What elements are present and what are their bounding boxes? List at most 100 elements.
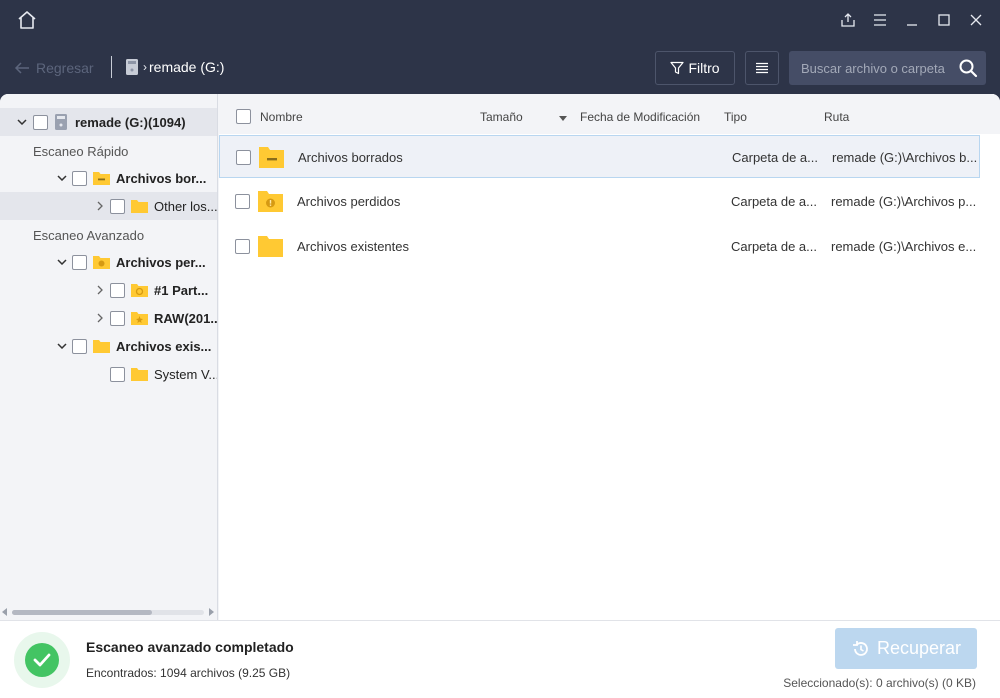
tree-item-existing[interactable]: Archivos exis...: [0, 332, 217, 360]
restore-icon: [852, 640, 868, 656]
close-icon[interactable]: [966, 10, 986, 30]
back-button[interactable]: Regresar: [14, 58, 94, 78]
list-icon: [756, 62, 768, 74]
tree-item-label: Archivos exis...: [116, 338, 212, 354]
filter-icon: [670, 61, 685, 75]
list-header: Nombre Tamaño Fecha de Modificación Tipo…: [219, 94, 1000, 134]
arrow-left-icon: [14, 62, 29, 74]
chevron-down-icon[interactable]: [56, 256, 68, 268]
column-header-size[interactable]: Tamaño: [480, 110, 523, 124]
scan-complete-badge: [14, 632, 70, 688]
row-name: Archivos existentes: [297, 239, 409, 254]
tree-checkbox[interactable]: [72, 170, 87, 186]
content-area: remade (G:)(1094) Escaneo Rápido Archivo…: [0, 94, 1000, 620]
folder-icon: [131, 368, 148, 381]
sort-down-icon[interactable]: [559, 116, 567, 121]
deleted-folder-icon: [259, 147, 284, 168]
tree-item-lost[interactable]: Archivos per...: [0, 248, 217, 276]
partition-folder-icon: [131, 284, 148, 297]
column-header-name[interactable]: Nombre: [260, 110, 303, 124]
tree-item-label: #1 Part...: [154, 282, 209, 298]
tree-checkbox[interactable]: [110, 366, 125, 382]
tree-item-label: remade (G:)(1094): [75, 114, 186, 130]
recover-button[interactable]: Recuperar: [835, 628, 977, 669]
breadcrumb-drive[interactable]: remade (G:): [149, 59, 224, 75]
row-path: remade (G:)\Archivos e...: [831, 239, 977, 254]
row-checkbox[interactable]: [235, 194, 250, 209]
selection-info: Seleccionado(s): 0 archivo(s) (0 KB): [783, 676, 976, 690]
tree-item-label: Archivos bor...: [116, 170, 207, 186]
column-header-date[interactable]: Fecha de Modificación: [580, 110, 700, 124]
status-bar: Escaneo avanzado completado Encontrados:…: [0, 620, 1000, 698]
search-icon[interactable]: [958, 58, 978, 78]
folder-tree: remade (G:)(1094) Escaneo Rápido Archivo…: [0, 94, 218, 620]
column-header-path[interactable]: Ruta: [824, 110, 849, 124]
breadcrumb-chevron-icon: ›: [143, 60, 147, 74]
tree-item-other-lost[interactable]: Other los...: [0, 192, 217, 220]
recover-label: Recuperar: [876, 638, 962, 658]
search-box: [789, 51, 986, 85]
tree-checkbox[interactable]: [72, 338, 87, 354]
share-icon[interactable]: [838, 10, 858, 30]
scroll-right-icon[interactable]: [208, 608, 214, 616]
search-input[interactable]: [789, 51, 954, 85]
lost-folder-icon: [258, 191, 283, 212]
home-icon[interactable]: [16, 9, 38, 31]
filter-button[interactable]: Filtro: [655, 51, 735, 85]
chevron-right-icon[interactable]: [94, 312, 106, 324]
row-type: Carpeta de a...: [731, 239, 817, 254]
row-checkbox[interactable]: [236, 150, 251, 165]
row-type: Carpeta de a...: [732, 150, 818, 165]
view-menu-button[interactable]: [745, 51, 779, 85]
scan-status-title: Escaneo avanzado completado: [86, 639, 294, 655]
table-row[interactable]: Archivos perdidos Carpeta de a... remade…: [219, 180, 980, 223]
tree-item-label: System V...: [154, 366, 217, 382]
tree-item-deleted[interactable]: Archivos bor...: [0, 164, 217, 192]
tree-checkbox[interactable]: [110, 282, 125, 298]
chevron-right-icon[interactable]: [94, 200, 106, 212]
column-header-type[interactable]: Tipo: [724, 110, 747, 124]
minimize-icon[interactable]: [902, 10, 922, 30]
scan-found-count: Encontrados: 1094 archivos (9.25 GB): [86, 666, 291, 680]
tree-checkbox[interactable]: [110, 198, 125, 214]
chevron-down-icon[interactable]: [56, 340, 68, 352]
tree-checkbox[interactable]: [110, 310, 125, 326]
tree-item-partition[interactable]: #1 Part...: [0, 276, 217, 304]
tree-item-root[interactable]: remade (G:)(1094): [0, 108, 217, 136]
checkmark-icon: [25, 643, 59, 677]
toolbar-divider: [111, 56, 112, 78]
tree-checkbox[interactable]: [72, 254, 87, 270]
drive-icon: [55, 114, 67, 130]
folder-icon: [258, 236, 283, 257]
row-name: Archivos perdidos: [297, 194, 401, 209]
back-label: Regresar: [36, 60, 94, 76]
folder-icon: [131, 200, 148, 213]
select-all-checkbox[interactable]: [236, 109, 251, 124]
file-list: Nombre Tamaño Fecha de Modificación Tipo…: [219, 94, 1000, 620]
lost-folder-icon: [93, 256, 110, 269]
advanced-scan-label: Escaneo Avanzado: [33, 228, 145, 243]
chevron-down-icon[interactable]: [16, 116, 28, 128]
maximize-icon[interactable]: [934, 10, 954, 30]
tree-item-system-volume[interactable]: System V...: [0, 360, 217, 388]
tree-horizontal-scrollbar[interactable]: [2, 607, 214, 617]
tree-item-label: Other los...: [154, 198, 217, 214]
scroll-left-icon[interactable]: [2, 608, 8, 616]
raw-folder-icon: [131, 312, 148, 325]
row-checkbox[interactable]: [235, 239, 250, 254]
scrollbar-thumb[interactable]: [12, 610, 152, 615]
toolbar: Regresar › remade (G:) Filtro: [0, 40, 1000, 94]
table-row[interactable]: Archivos existentes Carpeta de a... rema…: [219, 225, 980, 268]
row-name: Archivos borrados: [298, 150, 403, 165]
table-row[interactable]: Archivos borrados Carpeta de a... remade…: [219, 135, 980, 178]
menu-icon[interactable]: [870, 10, 890, 30]
chevron-right-icon[interactable]: [94, 284, 106, 296]
tree-item-label: Archivos per...: [116, 254, 206, 270]
drive-icon: [126, 59, 138, 75]
tree-item-raw[interactable]: RAW(201...: [0, 304, 217, 332]
row-path: remade (G:)\Archivos b...: [832, 150, 978, 165]
row-type: Carpeta de a...: [731, 194, 817, 209]
chevron-down-icon[interactable]: [56, 172, 68, 184]
tree-checkbox[interactable]: [33, 114, 48, 130]
folder-icon: [93, 340, 110, 353]
